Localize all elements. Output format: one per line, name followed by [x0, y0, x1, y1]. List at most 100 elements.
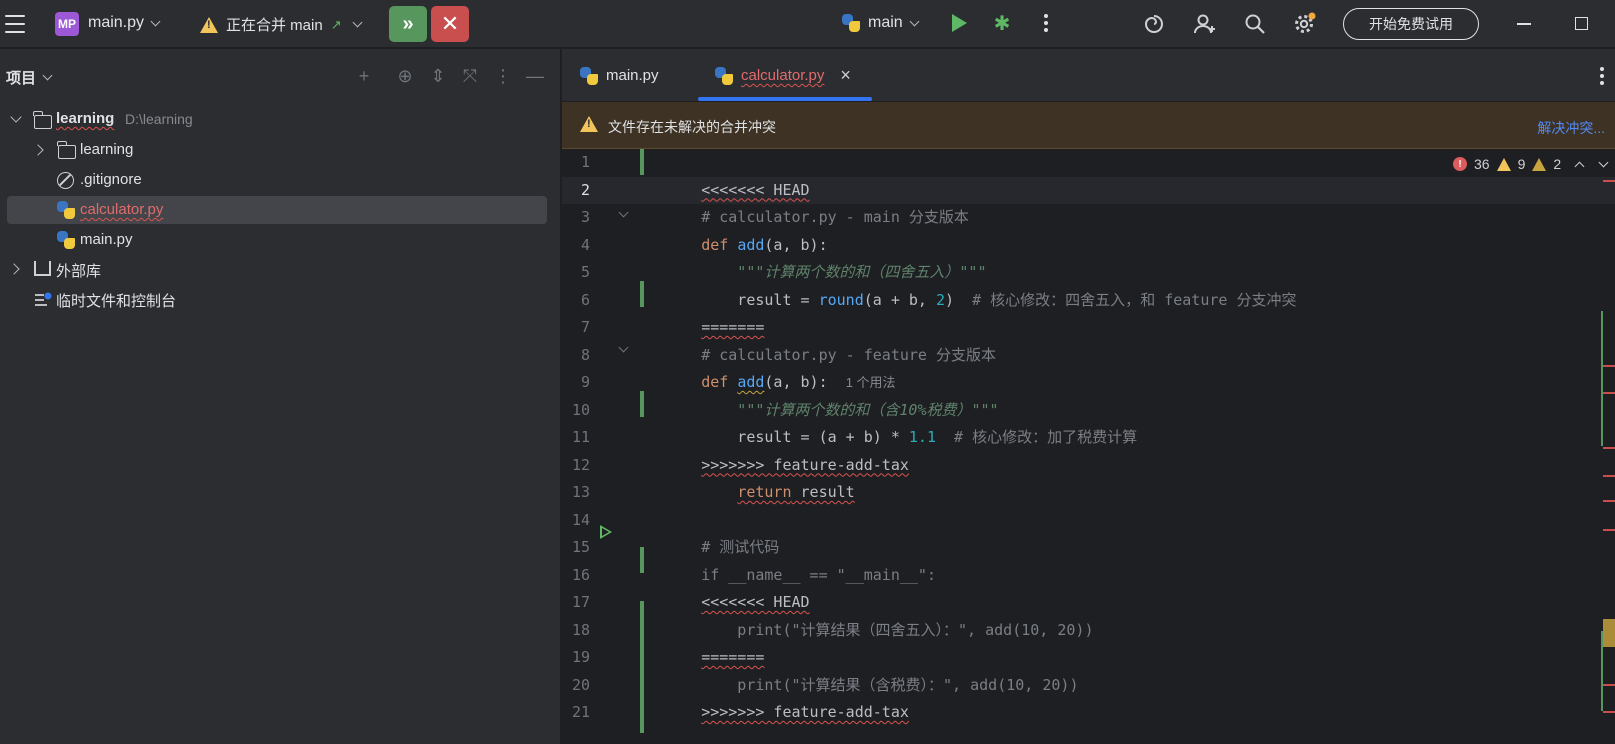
search-icon[interactable]: [1242, 11, 1268, 37]
line-number: 5: [580, 263, 590, 281]
tree-item-main-py[interactable]: main.py: [0, 226, 561, 254]
more-icon[interactable]: [1044, 14, 1048, 32]
ai-spiral-icon[interactable]: [1141, 11, 1167, 37]
tree-item-external-libraries[interactable]: 外部库: [0, 255, 561, 283]
tree-item-label: learning: [56, 110, 115, 127]
tab-calculator-py[interactable]: calculator.py ×: [715, 49, 851, 102]
maximize-icon[interactable]: [1575, 17, 1588, 30]
add-user-icon[interactable]: [1192, 11, 1218, 37]
warning-icon: [1496, 157, 1511, 171]
number-literal: 2: [936, 290, 946, 309]
accept-merge-button[interactable]: »: [389, 6, 427, 42]
run-config-label: main: [868, 14, 903, 31]
code-line: print("计算结果（四舍五入）：", add(10, 20)): [647, 589, 1093, 639]
code-line: result = (a + b) * 1.1 # 核心修改：加了税费计算: [647, 397, 1137, 446]
start-free-trial-button[interactable]: 开始免费试用: [1343, 8, 1479, 40]
line-number: 16: [571, 565, 590, 584]
conflict-marker-bar: [640, 391, 644, 417]
project-selector[interactable]: main.py: [88, 14, 161, 32]
line-number: 1: [580, 153, 590, 171]
project-badge[interactable]: MP: [55, 12, 79, 36]
run-icon[interactable]: [952, 14, 967, 32]
resolve-conflicts-link[interactable]: 解决冲突...: [1537, 118, 1605, 138]
error-stripe-marker[interactable]: [1603, 180, 1615, 182]
error-stripe-marker[interactable]: [1603, 500, 1615, 502]
line-number: 18: [571, 620, 590, 639]
scrollbar-thumb[interactable]: [1603, 619, 1615, 647]
tab-main-py[interactable]: main.py: [580, 49, 659, 102]
chevron-down-icon: [10, 111, 22, 123]
abort-merge-button[interactable]: ✕: [431, 6, 469, 42]
tree-item-gitignore[interactable]: .gitignore: [0, 166, 561, 194]
options-icon[interactable]: ⋮: [491, 64, 515, 88]
tree-item-scratches[interactable]: 临时文件和控制台: [0, 285, 561, 313]
merge-conflict-banner: 文件存在未解决的合并冲突 解决冲突...: [562, 102, 1615, 149]
error-stripe-marker[interactable]: [1603, 447, 1615, 449]
line-number: 6: [580, 290, 590, 309]
error-stripe-marker[interactable]: [1603, 392, 1615, 394]
conflict-marker-bar: [640, 149, 644, 175]
tree-item-label: 临时文件和控制台: [56, 293, 177, 310]
tab-options-icon[interactable]: [1600, 67, 1604, 85]
run-config-selector[interactable]: main: [842, 14, 920, 32]
code-line: # calculator.py - main 分支版本: [647, 177, 969, 226]
error-stripe-marker[interactable]: [1603, 529, 1615, 531]
code-line: if __name__ == "__main__":: [647, 534, 936, 584]
double-chevron-right-icon: »: [402, 12, 414, 35]
project-view-selector[interactable]: 项目: [6, 67, 53, 88]
expand-all-icon[interactable]: ⇕: [426, 64, 450, 88]
banner-text: 文件存在未解决的合并冲突: [608, 119, 776, 135]
settings-icon[interactable]: [1291, 11, 1317, 37]
tree-item-calculator-py[interactable]: calculator.py: [0, 196, 561, 224]
error-stripe-marker[interactable]: [1603, 475, 1615, 477]
hide-panel-icon[interactable]: —: [523, 64, 547, 88]
python-icon: [580, 66, 598, 85]
minimize-icon[interactable]: [1517, 23, 1531, 25]
error-stripe-marker[interactable]: [1603, 365, 1615, 367]
run-gutter-icon[interactable]: [600, 525, 612, 539]
error-stripe-marker[interactable]: [1603, 684, 1615, 686]
code-line: <<<<<<< HEAD: [647, 562, 809, 611]
project-panel-header: 项目 + ⊕ ⇕ ⤧ ⋮ —: [0, 49, 561, 103]
previous-problem-icon[interactable]: [1574, 161, 1585, 171]
builtin-name: round: [818, 290, 864, 309]
folder-icon: [57, 141, 76, 159]
line-number: 10: [571, 400, 590, 419]
line-number: 11: [571, 428, 590, 446]
code-line: """计算两个数的和（四舍五入）""": [647, 232, 986, 281]
line-number: 13: [571, 483, 590, 501]
merge-status-widget[interactable]: 正在合并 main ↗: [200, 14, 363, 35]
tree-item-learning-root[interactable]: learning D:\learning: [0, 106, 561, 134]
line-number: 19: [571, 648, 590, 666]
debug-icon[interactable]: ✱: [992, 12, 1012, 35]
line-number: 9: [580, 373, 590, 391]
weak-warning-count: 2: [1553, 156, 1562, 172]
next-problem-icon[interactable]: [1598, 157, 1609, 167]
line-number: 4: [580, 235, 590, 254]
scratch-console-icon: [34, 292, 52, 306]
locate-icon[interactable]: ⊕: [393, 64, 417, 88]
code-line: print("计算结果（含税费）：", add(10, 20)): [647, 644, 1078, 694]
code-editor[interactable]: 1 2 3 4 5 6 7 8 9 10 11 12 13 14 15 16 1…: [562, 149, 1615, 744]
collapse-all-icon[interactable]: ⤧: [458, 64, 482, 88]
line-number: 20: [571, 675, 590, 694]
fold-icon[interactable]: [618, 342, 629, 353]
chevron-down-icon: [352, 17, 363, 28]
conflict-marker-bar: [640, 281, 644, 307]
code-line: =======: [647, 617, 764, 666]
change-stripe-marker: [1601, 311, 1603, 446]
new-file-icon[interactable]: +: [352, 64, 376, 88]
line-number: 7: [580, 318, 590, 336]
line-number: 17: [571, 593, 590, 611]
conflict-marker-tail: >>>>>>> feature-add-tax: [701, 703, 909, 721]
menu-icon[interactable]: [4, 13, 26, 35]
tree-item-learning-folder[interactable]: learning: [0, 136, 561, 164]
fold-icon[interactable]: [618, 207, 629, 218]
inspection-widget[interactable]: ! 36 9 2: [1441, 151, 1615, 177]
python-file-icon: [57, 201, 75, 219]
close-tab-icon[interactable]: ×: [840, 65, 851, 86]
merge-status-label: 正在合并 main: [226, 17, 323, 34]
error-stripe-marker[interactable]: [1603, 711, 1615, 713]
active-tab-indicator: [698, 97, 872, 101]
